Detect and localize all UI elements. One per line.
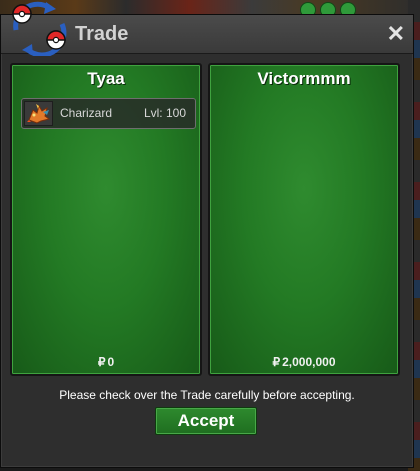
money-amount-right: 2,000,000 <box>282 355 336 369</box>
pokemon-level: Lvl: 100 <box>143 106 186 120</box>
close-icon[interactable]: ✕ <box>387 23 405 45</box>
money-amount-left: 0 <box>107 355 115 369</box>
money-offer-right: ₽2,000,000 <box>210 355 398 369</box>
player-name-right: Victormmm <box>257 69 351 88</box>
player-name-left: Tyaa <box>87 69 125 88</box>
pokedollar-icon: ₽ <box>97 355 106 369</box>
pokedollar-icon: ₽ <box>272 355 281 369</box>
accept-button[interactable]: Accept <box>155 407 257 435</box>
trade-window: Trade ✕ Tyaa Charizard Lvl: 100 ₽0 Victo… <box>0 14 414 468</box>
money-offer-left[interactable]: ₽0 <box>12 355 200 369</box>
pokemon-name: Charizard <box>60 106 113 120</box>
charizard-sprite-icon <box>24 101 53 126</box>
trade-panel-left: Tyaa Charizard Lvl: 100 ₽0 <box>10 63 202 376</box>
trade-item-slot[interactable]: Charizard Lvl: 100 <box>21 98 196 129</box>
trade-notice: Please check over the Trade carefully be… <box>59 388 355 402</box>
window-title: Trade <box>75 23 129 45</box>
trade-panel-right: Victormmm ₽2,000,000 <box>208 63 400 376</box>
trade-logo-icon <box>12 1 67 56</box>
